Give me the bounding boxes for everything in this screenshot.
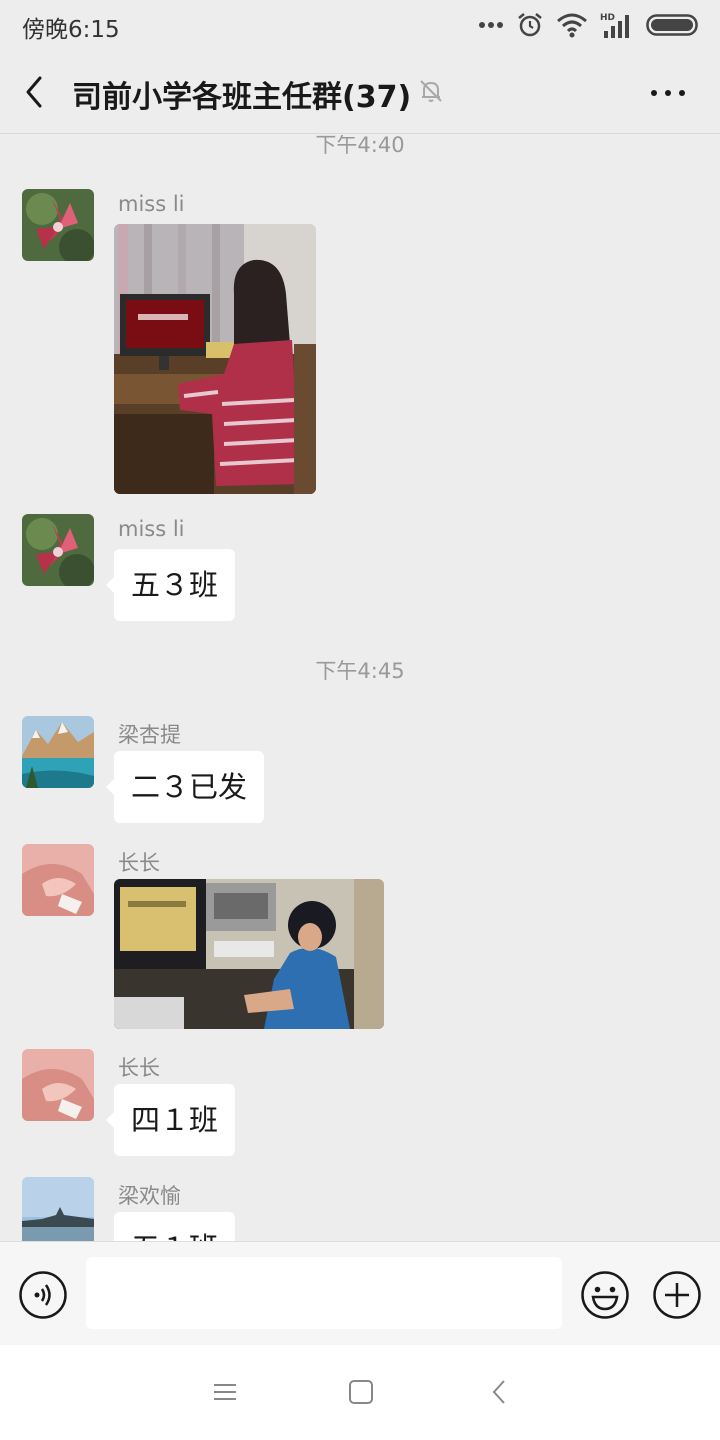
sender-name: miss li <box>118 192 185 216</box>
back-nav-icon <box>492 1380 505 1404</box>
message-item: 长长 四１班 <box>22 1049 702 1159</box>
message-item: miss li 五３班 <box>22 514 702 624</box>
status-time: 傍晚6:15 <box>22 17 120 43</box>
message-bubble[interactable]: 二３已发 <box>105 751 265 823</box>
photo-message[interactable] <box>114 879 384 1029</box>
emoji-button[interactable] <box>580 1270 630 1324</box>
sender-name: 梁杏提 <box>118 723 181 747</box>
battery-icon <box>646 14 700 36</box>
photo-message[interactable] <box>114 224 316 494</box>
mute-icon <box>418 78 444 108</box>
message-list[interactable]: 下午4:40 miss li miss li 五３班 下午4:45 梁杏提 二３… <box>0 135 720 1241</box>
avatar[interactable] <box>22 844 94 916</box>
home-icon <box>349 1380 373 1404</box>
menu-nav-button[interactable] <box>212 1377 238 1411</box>
timestamp: 下午4:40 <box>315 135 405 157</box>
menu-icon <box>214 1384 236 1400</box>
message-bubble[interactable]: 四１班 <box>105 1084 236 1156</box>
voice-icon <box>19 1271 67 1319</box>
system-nav-bar <box>0 1345 720 1440</box>
alarm-icon <box>516 11 544 39</box>
sender-name: 长长 <box>118 1056 160 1080</box>
sender-name: 梁欢愉 <box>118 1184 181 1208</box>
avatar[interactable] <box>22 514 94 586</box>
more-functions-button[interactable] <box>652 1270 702 1324</box>
status-icons: HD <box>478 10 700 40</box>
hd-label: HD <box>600 13 615 23</box>
avatar[interactable] <box>22 1049 94 1121</box>
more-icon <box>651 90 685 96</box>
message-item: 梁杏提 二３已发 <box>22 716 702 826</box>
wifi-icon <box>556 12 588 38</box>
back-nav-button[interactable] <box>488 1377 512 1411</box>
chat-title[interactable]: 司前小学各班主任群(37) <box>72 72 411 116</box>
more-options-button[interactable] <box>648 78 688 108</box>
status-bar: 傍晚6:15 HD <box>0 0 720 52</box>
sender-name: miss li <box>118 517 185 541</box>
plus-icon <box>653 1271 701 1319</box>
message-bubble[interactable]: 五３班 <box>105 549 236 621</box>
more-dots-icon <box>478 21 504 29</box>
back-button[interactable] <box>18 72 54 112</box>
chat-header: 司前小学各班主任群(37) <box>0 52 720 134</box>
avatar[interactable] <box>22 716 94 788</box>
back-icon <box>26 76 42 108</box>
message-item: 梁欢愉 五１班 <box>22 1177 702 1241</box>
input-bar <box>0 1241 720 1345</box>
voice-button[interactable] <box>18 1270 68 1324</box>
timestamp: 下午4:45 <box>315 659 405 683</box>
sender-name: 长长 <box>118 851 160 875</box>
message-item: miss li <box>22 189 702 499</box>
message-bubble[interactable]: 五１班 <box>105 1212 236 1241</box>
emoji-icon <box>581 1271 629 1319</box>
avatar[interactable] <box>22 189 94 261</box>
home-nav-button[interactable] <box>347 1377 375 1411</box>
signal-icon: HD <box>600 11 634 39</box>
message-item: 长长 <box>22 844 702 1034</box>
avatar[interactable] <box>22 1177 94 1241</box>
message-input[interactable] <box>86 1257 562 1329</box>
